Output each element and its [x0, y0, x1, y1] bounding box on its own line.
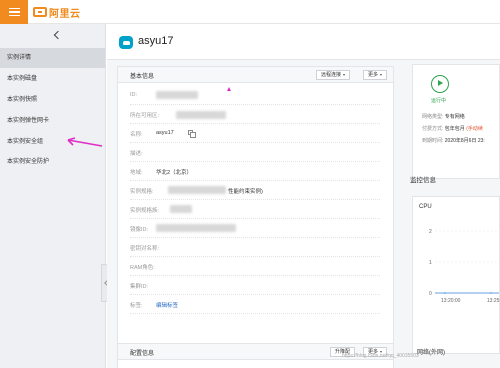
sidebar-item-snapshots[interactable]: 本实例快照: [0, 90, 105, 110]
sidebar: 实例详情 本实例磁盘 本实例快照 本实例弹性网卡 本实例安全组 本实例安全防护: [0, 24, 111, 368]
expire-line: 到期时间: 2020年8月6日 23:: [422, 137, 485, 144]
field-key-pair-label: 密钥对名称:: [130, 246, 160, 252]
field-name-value: asyu17: [156, 130, 174, 136]
redacted-value: [156, 224, 236, 232]
pointer-marker-icon: [227, 87, 231, 91]
basic-info-header: 基本信息 远程连接 更多: [118, 67, 393, 83]
field-zone-label: 所在可用区:: [130, 113, 160, 119]
field-zone: 所在可用区:: [130, 105, 380, 124]
field-spec-family: 实例规格族:: [130, 200, 380, 219]
field-cluster: 集群ID:: [130, 276, 380, 295]
sidebar-item-security-protection[interactable]: 本实例安全防护: [0, 152, 105, 172]
field-tags: 标签: 编辑标签: [130, 295, 380, 314]
top-bar: 阿里云: [0, 0, 500, 24]
field-ram-role-label: RAM角色:: [130, 265, 155, 271]
monitor-title: 监控信息: [410, 177, 436, 184]
redacted-value: [176, 111, 226, 119]
sidebar-item-instance-detail[interactable]: 实例详情: [0, 48, 105, 68]
play-icon: [431, 75, 449, 93]
network-public-label: 网络(外网): [417, 350, 445, 356]
chevron-down-icon: [343, 73, 346, 76]
menu-icon[interactable]: [0, 0, 28, 24]
field-name-label: 名称:: [130, 132, 143, 138]
cpu-chart: 2 1 0 13:20:00 13:25:00: [429, 229, 500, 304]
billing-value: 包年包月: [444, 126, 465, 132]
network-type-label: 网络类型:: [422, 114, 444, 120]
status-text: 运行中: [431, 98, 447, 104]
cpu-chart-card: CPU 2 1 0 13:20:00 13:25:00: [412, 196, 500, 354]
cpu-data-point: [490, 292, 492, 294]
field-image: 镜像ID:: [130, 219, 380, 238]
field-id-label: ID:: [130, 92, 138, 98]
instance-title-bar: asyu17: [107, 24, 500, 60]
field-image-label: 镜像ID:: [130, 227, 149, 233]
field-region-value: 华北2（北京）: [156, 170, 193, 176]
y-tick-label: 1: [429, 260, 432, 266]
field-spec: 实例规格: 性能约束实例): [130, 181, 380, 200]
expire-label: 到期时间:: [422, 138, 444, 144]
sidebar-item-eni[interactable]: 本实例弹性网卡: [0, 111, 105, 131]
y-tick-label: 0: [429, 291, 432, 297]
field-spec-value: 性能约束实例): [228, 189, 263, 195]
cloud-icon: [119, 36, 133, 49]
logo[interactable]: 阿里云: [33, 5, 81, 20]
field-description-label: 描述:: [130, 151, 143, 157]
cpu-data-point: [444, 292, 446, 294]
sidebar-item-disks[interactable]: 本实例磁盘: [0, 69, 105, 89]
field-spec-family-label: 实例规格族:: [130, 208, 160, 214]
field-description: 描述:: [130, 143, 380, 162]
redacted-value: [168, 186, 226, 194]
edit-icon[interactable]: [188, 130, 196, 138]
field-spec-label: 实例规格:: [130, 189, 154, 195]
edit-tags-link[interactable]: 编辑标签: [156, 301, 178, 309]
y-tick-label: 2: [429, 229, 432, 235]
field-ram-role: RAM角色:: [130, 257, 380, 276]
back-arrow-icon[interactable]: [50, 29, 62, 41]
annotation-arrow-icon: [67, 137, 103, 147]
x-tick-label: 13:20:00: [441, 298, 461, 304]
more-button[interactable]: 更多: [363, 70, 388, 80]
field-region: 地域: 华北2（北京）: [130, 162, 380, 181]
network-type-value: 专有网络: [444, 114, 465, 120]
remote-connect-label: 远程连接: [321, 72, 342, 78]
status-card: 运行中 网络类型: 专有网络 付费方式: 包年包月 (手动续 到期时间: 202…: [412, 64, 500, 179]
cpu-label: CPU: [419, 204, 432, 210]
billing-renew-link[interactable]: (手动续: [466, 126, 483, 132]
field-tags-label: 标签:: [130, 303, 143, 309]
more-label: 更多: [368, 72, 379, 78]
remote-connect-button[interactable]: 远程连接: [316, 70, 351, 80]
watermark: https://blog.csdn.net/qq_40035503: [342, 353, 419, 359]
logo-icon: [33, 7, 47, 17]
expire-value: 2020年8月6日 23:: [444, 138, 485, 144]
logo-text: 阿里云: [49, 8, 81, 20]
field-region-label: 地域:: [130, 170, 143, 176]
chevron-down-icon: [380, 73, 383, 76]
billing-line: 付费方式: 包年包月 (手动续: [422, 125, 483, 132]
redacted-value: [170, 205, 192, 213]
main-content: asyu17 基本信息 远程连接 更多 ID: 所在可用区: 名称: asyu1…: [107, 24, 500, 368]
field-key-pair: 密钥对名称:: [130, 238, 380, 257]
x-tick-label: 13:25:00: [487, 298, 500, 304]
instance-name-title: asyu17: [138, 35, 174, 47]
field-name: 名称: asyu17: [130, 124, 380, 143]
field-id: ID:: [130, 86, 380, 105]
billing-label: 付费方式:: [422, 126, 444, 132]
network-type-line: 网络类型: 专有网络: [422, 113, 465, 120]
basic-info-title: 基本信息: [130, 74, 155, 80]
config-info-title: 配置信息: [130, 351, 155, 357]
basic-info-panel: 基本信息 远程连接 更多 ID: 所在可用区: 名称: asyu17 描述: 地…: [117, 66, 394, 358]
redacted-value: [156, 91, 198, 99]
field-cluster-label: 集群ID:: [130, 284, 149, 290]
